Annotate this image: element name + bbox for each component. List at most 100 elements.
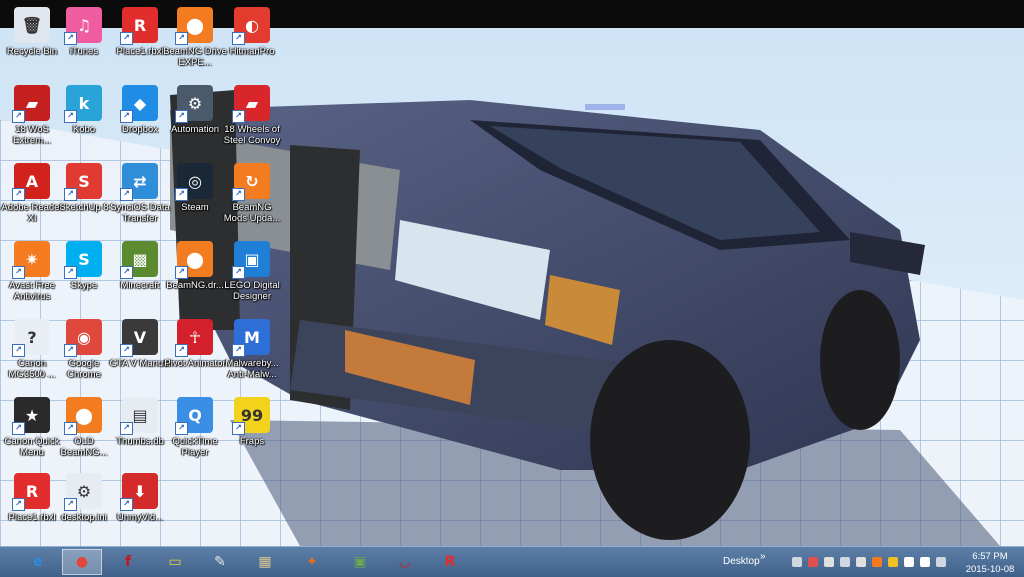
desktop-icon-beamng-mods[interactable]: ↻ ↗ BeamNG Mods Upda...: [220, 160, 284, 234]
roblox-file-icon: R ↗: [12, 473, 50, 511]
fraps-icon: 99 ↗: [232, 397, 270, 435]
printer-icon[interactable]: [856, 557, 866, 567]
clock-date[interactable]: 2015-10-08: [960, 564, 1020, 575]
desktop-icon-hitmanpro[interactable]: ◐ ↗ HitmanPro: [220, 4, 284, 78]
shortcut-arrow-icon: ↗: [120, 344, 133, 357]
shortcut-arrow-icon: ↗: [175, 110, 188, 123]
desktop-icon-pivot-animator[interactable]: ☥ ↗ Pivot Animator: [163, 316, 227, 390]
desktop-icon-label: Steam: [181, 202, 209, 213]
shortcut-arrow-icon: ↗: [175, 422, 188, 435]
speaker-icon[interactable]: [920, 557, 930, 567]
flash-taskbar-button[interactable]: f: [108, 549, 148, 575]
volume-icon[interactable]: [808, 557, 818, 567]
shortcut-arrow-icon: ↗: [64, 110, 77, 123]
sketchup-icon: S ↗: [64, 163, 102, 201]
shortcut-arrow-icon: ↗: [175, 344, 188, 357]
desktop-icon-fraps[interactable]: 99 ↗ Fraps: [220, 394, 284, 468]
desktop-icon-label: OLD BeamNG...: [60, 436, 108, 458]
desktop-icon-beamng-drive[interactable]: ⬤ ↗ BeamNG.dr...: [163, 238, 227, 312]
canon-quick-menu-icon: ★ ↗: [12, 397, 50, 435]
dropbox-icon: ◆ ↗: [120, 85, 158, 123]
beamng-icon: ⬤ ↗: [175, 7, 213, 45]
desktop-icon-label: Malwareby... Anti-Malw...: [225, 358, 279, 380]
quicktime-icon: Q ↗: [175, 397, 213, 435]
automation-icon: ⚙ ↗: [175, 85, 213, 123]
canon-printer-icon: ? ↗: [12, 319, 50, 357]
desktop-icon-label: iTunes: [69, 46, 99, 57]
shortcut-arrow-icon: ↗: [12, 422, 25, 435]
beamng-drive-icon: ⬤ ↗: [175, 241, 213, 279]
desktop-icon-label: Kobo: [72, 124, 96, 135]
shortcut-arrow-icon: ↗: [12, 498, 25, 511]
desktop-icon-ini-file[interactable]: ⚙ ↗ desktop.ini: [52, 470, 116, 544]
shortcut-arrow-icon: ↗: [12, 110, 25, 123]
syncios-icon: ⇄ ↗: [120, 163, 158, 201]
file-explorer-icon: ▭: [168, 554, 182, 570]
desktop-icon-unmyvid[interactable]: ⬇ ↗ UnmyVid...: [108, 470, 172, 544]
shortcut-arrow-icon: ↗: [120, 266, 133, 279]
shortcut-arrow-icon: ↗: [232, 188, 245, 201]
battery-icon[interactable]: [888, 557, 898, 567]
desktop-icon-label: BeamNG Mods Upda...: [223, 202, 281, 224]
chrome-icon: ●: [75, 554, 89, 570]
internet-explorer-taskbar-button[interactable]: e: [18, 549, 58, 575]
desktop-icon-label: 18 Wheels of Steel Convoy: [223, 124, 281, 146]
shortcut-arrow-icon: ↗: [64, 498, 77, 511]
shortcut-arrow-icon: ↗: [232, 32, 245, 45]
desktop-toolbar-chevron-icon[interactable]: »: [760, 551, 766, 562]
desktop-icon-sketchup[interactable]: S ↗ SketchUp 8: [52, 160, 116, 234]
desktop-icon-quicktime[interactable]: Q ↗ QuickTime Player: [163, 394, 227, 468]
pivot-animator-icon: ☥ ↗: [175, 319, 213, 357]
shortcut-arrow-icon: ↗: [12, 188, 25, 201]
desktop-icon-lego[interactable]: ▣ ↗ LEGO Digital Designer: [220, 238, 284, 312]
desktop-icon-truck-convoy[interactable]: ▰ ↗ 18 Wheels of Steel Convoy: [220, 82, 284, 156]
shortcut-arrow-icon: ↗: [64, 422, 77, 435]
desktop-icon-label: HitmanPro: [229, 46, 275, 57]
desktop-icon-old-beamng[interactable]: ⬤ ↗ OLD BeamNG...: [52, 394, 116, 468]
desktop-icon-label: Fraps: [239, 436, 265, 447]
beamng-taskbar-taskbar-button[interactable]: ▣: [340, 549, 380, 575]
unmyvid-icon: ⬇ ↗: [120, 473, 158, 511]
shortcut-arrow-icon: ↗: [120, 32, 133, 45]
roblox-taskbar-icon: R: [444, 554, 456, 570]
shortcut-arrow-icon: ↗: [232, 110, 245, 123]
desktop-icon-itunes[interactable]: ♫ ↗ iTunes: [52, 4, 116, 78]
shortcut-arrow-icon: ↗: [64, 32, 77, 45]
desktop-icon-steam[interactable]: ◎ ↗ Steam: [163, 160, 227, 234]
desktop-toolbar-label[interactable]: Desktop: [723, 556, 760, 567]
file-explorer-taskbar-button[interactable]: ▭: [155, 549, 195, 575]
desktop-icon-malwarebytes[interactable]: M ↗ Malwareby... Anti-Malw...: [220, 316, 284, 390]
wlm-taskbar-button[interactable]: ✦: [292, 549, 332, 575]
shortcut-arrow-icon: ↗: [120, 422, 133, 435]
clock-time[interactable]: 6:57 PM: [960, 551, 1020, 562]
shortcut-arrow-icon: ↗: [120, 498, 133, 511]
mustache-taskbar-button[interactable]: ◡: [385, 549, 425, 575]
signal-icon[interactable]: [904, 557, 914, 567]
roblox-taskbar-taskbar-button[interactable]: R: [430, 549, 470, 575]
control-panel-icon: ▦: [258, 554, 272, 570]
network-icon[interactable]: [792, 557, 802, 567]
desktop-icon-automation[interactable]: ⚙ ↗ Automation: [163, 82, 227, 156]
shortcut-arrow-icon: ↗: [232, 344, 245, 357]
desktop-icon-skype[interactable]: S ↗ Skype: [52, 238, 116, 312]
shortcut-arrow-icon: ↗: [120, 110, 133, 123]
paint-icon: ✎: [214, 554, 226, 570]
desktop-icon-kobo[interactable]: k ↗ Kobo: [52, 82, 116, 156]
display-icon[interactable]: [840, 557, 850, 567]
desktop-icon-beamng[interactable]: ⬤ ↗ BeamNG Drive EXPE...: [163, 4, 227, 78]
avast-tray-icon[interactable]: [872, 557, 882, 567]
recycle-bin-icon: 🗑: [14, 7, 50, 43]
roblox-file-icon: R ↗: [120, 7, 158, 45]
shortcut-arrow-icon: ↗: [64, 344, 77, 357]
keyboard-icon[interactable]: [936, 557, 946, 567]
desktop-icon-chrome[interactable]: ◉ ↗ Google Chrome: [52, 316, 116, 390]
flag-icon[interactable]: [824, 557, 834, 567]
skype-icon: S ↗: [64, 241, 102, 279]
wlm-icon: ✦: [306, 554, 318, 570]
control-panel-taskbar-button[interactable]: ▦: [245, 549, 285, 575]
truck-convoy-icon: ▰ ↗: [232, 85, 270, 123]
chrome-taskbar-button[interactable]: ●: [62, 549, 102, 575]
lego-icon: ▣ ↗: [232, 241, 270, 279]
shortcut-arrow-icon: ↗: [175, 32, 188, 45]
paint-taskbar-button[interactable]: ✎: [200, 549, 240, 575]
